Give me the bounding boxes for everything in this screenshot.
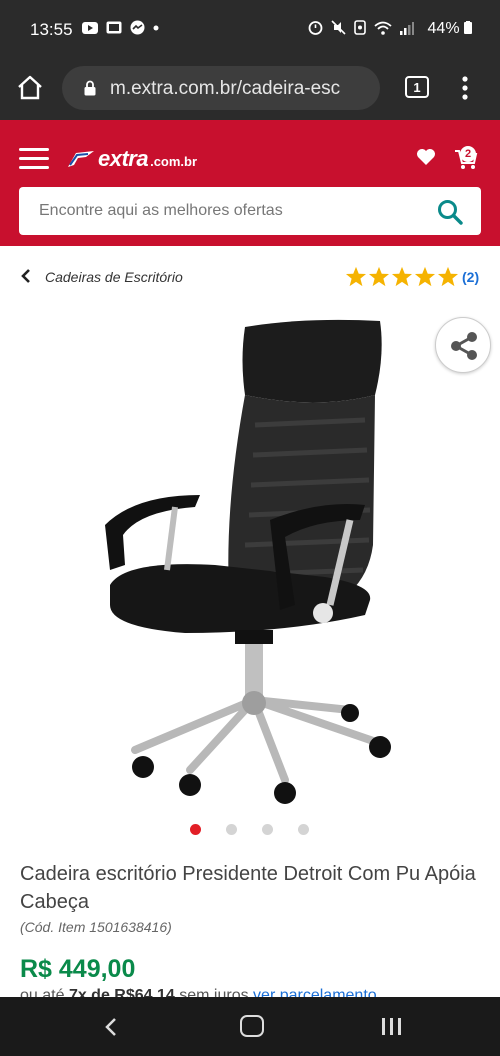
- share-button[interactable]: [435, 317, 491, 373]
- carousel-dot[interactable]: [226, 824, 237, 835]
- menu-icon[interactable]: [19, 148, 49, 170]
- logo-text: extra: [98, 146, 149, 171]
- status-time: 13:55: [30, 20, 73, 39]
- star-icon: [414, 266, 436, 287]
- cart-count-badge: 2: [460, 146, 476, 162]
- home-button[interactable]: [240, 1015, 264, 1037]
- messenger-icon: [130, 20, 145, 35]
- url-text[interactable]: m.extra.com.br/cadeira-esc: [110, 78, 374, 100]
- extra-logo[interactable]: extra .com.br: [66, 146, 197, 172]
- rating-stars[interactable]: [345, 266, 459, 287]
- star-icon: [368, 266, 390, 287]
- share-icon: [451, 332, 477, 360]
- heart-icon[interactable]: [416, 148, 436, 166]
- battery-icon: [464, 21, 472, 34]
- product-price: R$ 449,00: [20, 955, 136, 983]
- recents-icon[interactable]: [382, 1018, 401, 1035]
- search-input[interactable]: Encontre aqui as melhores ofertas: [19, 187, 481, 235]
- system-nav-bar: [0, 997, 500, 1056]
- mute-icon: [331, 20, 346, 35]
- star-icon: [345, 266, 367, 287]
- carousel-indicators: [190, 824, 309, 835]
- star-icon: [437, 266, 459, 287]
- browser-toolbar: m.extra.com.br/cadeira-esc 1: [0, 62, 500, 120]
- notification-icons: [82, 20, 159, 35]
- carousel-dot[interactable]: [190, 824, 201, 835]
- product-code: (Cód. Item 1501638416): [20, 919, 172, 935]
- carousel-dot[interactable]: [262, 824, 273, 835]
- nfc-icon: [354, 20, 366, 35]
- browser-menu-icon[interactable]: [462, 76, 468, 100]
- chevron-left-icon[interactable]: [20, 268, 32, 284]
- home-icon[interactable]: [16, 74, 44, 102]
- logo-domain: .com.br: [150, 154, 198, 169]
- address-bar[interactable]: m.extra.com.br/cadeira-esc: [62, 66, 380, 110]
- youtube-icon: [82, 21, 98, 34]
- gallery-icon: [106, 21, 122, 34]
- system-icons: [308, 20, 414, 35]
- status-bar: 13:55 44%: [0, 0, 500, 62]
- site-header: extra .com.br Encontre aqui as melhores …: [0, 120, 500, 246]
- search-placeholder: Encontre aqui as melhores ofertas: [39, 202, 283, 219]
- logo-swoosh-icon: [68, 151, 94, 167]
- carousel-dot[interactable]: [298, 824, 309, 835]
- lock-icon: [84, 80, 96, 96]
- product-title: Cadeira escritório Presidente Detroit Co…: [20, 863, 476, 913]
- tabs-button[interactable]: 1: [405, 76, 429, 98]
- wifi-icon: [374, 21, 392, 35]
- search-icon[interactable]: [437, 199, 463, 225]
- breadcrumb: Cadeiras de Escritório (2): [0, 256, 500, 298]
- breadcrumb-category-link[interactable]: Cadeiras de Escritório: [45, 269, 183, 285]
- more-notifications-icon: [153, 25, 159, 30]
- rating-count[interactable]: (2): [462, 269, 479, 285]
- signal-icon: [400, 21, 414, 35]
- back-icon[interactable]: [104, 1017, 118, 1037]
- battery-level: 44%: [428, 20, 472, 38]
- product-image[interactable]: [95, 315, 400, 805]
- alarm-icon: [308, 21, 323, 35]
- star-icon: [391, 266, 413, 287]
